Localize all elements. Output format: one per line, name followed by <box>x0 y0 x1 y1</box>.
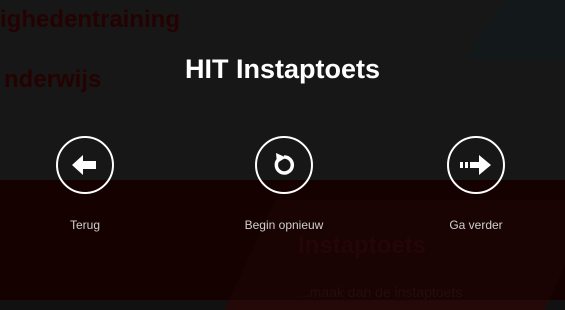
back-nav: Terug <box>15 136 155 232</box>
modal-overlay: HIT Instaptoets Terug Begin opnieuw Ga v… <box>0 0 565 300</box>
modal-title: HIT Instaptoets <box>184 54 380 84</box>
restart-icon <box>274 153 294 175</box>
restart-button[interactable] <box>255 136 313 194</box>
continue-button[interactable] <box>447 136 505 194</box>
restart-label: Begin opnieuw <box>244 218 324 232</box>
restart-nav: Begin opnieuw <box>214 136 354 232</box>
arrow-right-icon <box>460 155 491 175</box>
continue-nav: Ga verder <box>406 136 546 232</box>
back-button[interactable] <box>56 136 114 194</box>
back-label: Terug <box>69 218 101 232</box>
arrow-left-icon <box>72 155 96 175</box>
continue-label: Ga verder <box>449 218 503 232</box>
